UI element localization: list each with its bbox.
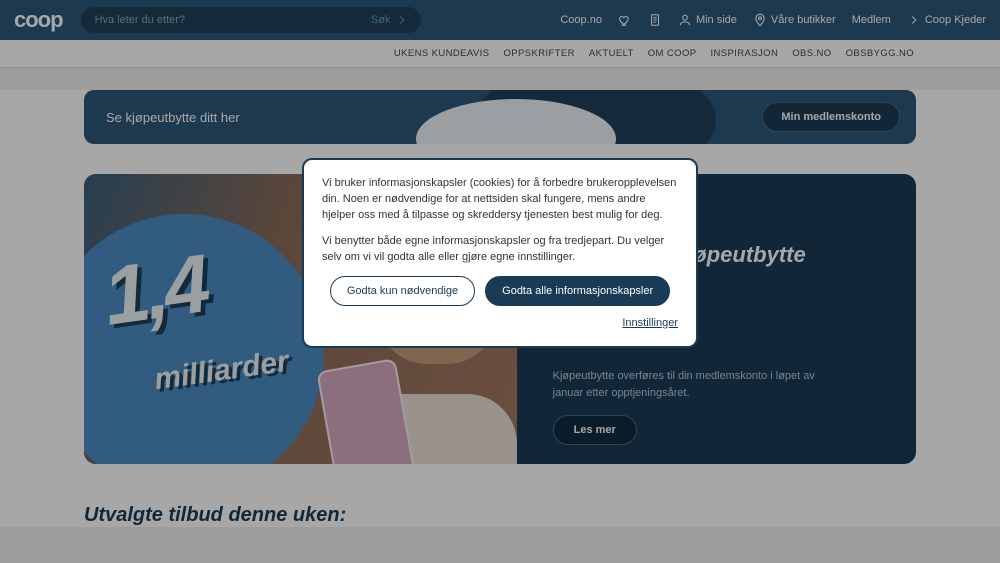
cookie-text-1: Vi bruker informasjonskapsler (cookies) … (322, 176, 678, 224)
cookie-modal: Vi bruker informasjonskapsler (cookies) … (302, 158, 698, 348)
cookie-settings-link[interactable]: Innstillinger (322, 316, 678, 332)
cookie-accept-all-button[interactable]: Godta alle informasjonskapsler (485, 276, 670, 306)
cookie-text-2: Vi benytter både egne informasjonskapsle… (322, 234, 678, 266)
cookie-necessary-button[interactable]: Godta kun nødvendige (330, 276, 475, 306)
cookie-buttons: Godta kun nødvendige Godta alle informas… (322, 276, 678, 306)
